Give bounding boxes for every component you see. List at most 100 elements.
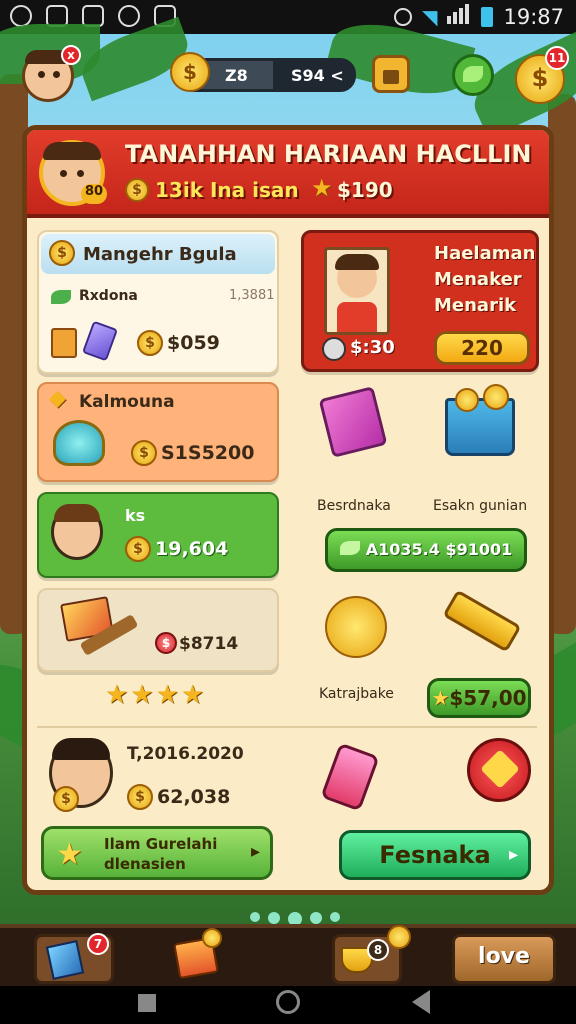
coin-shop-button[interactable]: $ 11 [515,46,569,104]
daily-offer-panel: 80 TANAHHAN HARIAAN HACLLIN $ 13ik Ina i… [22,125,554,895]
chest-icon [51,328,77,358]
offer-card-1[interactable]: $ Mangehr Bgula Rxdona 1,3881 $ $059 [37,230,279,374]
card-4-price: $8714 [179,634,239,654]
item-1-label: Besrdnaka [317,498,391,514]
card-5-price: 62,038 [157,786,231,808]
offer-buy-button[interactable]: 220 [434,331,530,365]
coin-icon: $ [127,784,153,810]
alarm-icon [394,7,413,26]
offer-price: $:30 [350,337,395,358]
tab-rewards[interactable]: 8 [332,925,411,984]
android-nav-bar [0,986,576,1024]
star-icon: ★ [431,686,450,710]
coin-icon [483,384,509,410]
potion-jar-icon[interactable] [320,742,380,812]
coin-icon: $ [53,786,79,812]
status-icons-right: ◥ 19:87 [394,4,564,29]
card-2-title: Kalmouna [79,392,175,412]
item-2-label: Esakn gunian [433,498,528,514]
panel-header: 80 TANAHHAN HARIAAN HACLLIN $ 13ik Ina i… [27,130,549,218]
coin-icon [455,388,479,412]
panel-title: TANAHHAN HARIAAN HACLLIN [125,140,532,168]
right-action-button[interactable]: Fesnaka ▸ [339,830,531,880]
tab-missions[interactable] [164,928,230,984]
gem-amount: S94 < [291,66,344,85]
gold-emblem [480,749,520,789]
gem-icon [81,320,119,362]
coin-icon: $ [125,536,151,562]
card-3-price: 19,604 [155,538,229,560]
subtitle-price: $190 [337,178,393,202]
left-action-button[interactable]: ★ Ilam Gurelahi dlenasien ▸ [41,826,273,880]
card-2-price: S1S5200 [161,442,255,464]
character-offer-card[interactable]: Haelaman Menaker Menarik $:30 220 [301,230,539,372]
back-icon[interactable] [412,990,430,1014]
player-avatar[interactable]: x [22,45,81,102]
character-portrait [324,247,390,335]
panel-subtitle: 13ik Ina isan [155,178,299,202]
green-buy-button[interactable]: A1035.4 $91001 [325,528,527,572]
hair [335,254,379,270]
battery-icon [481,6,494,27]
star-icon: ◆ [49,386,66,411]
shirt [337,302,377,332]
hair [54,504,100,522]
offer-card-2[interactable]: ◆ Kalmouna $ S1S5200 [37,382,279,482]
eye [38,71,45,78]
sync-icon [118,5,140,27]
coin-icon: $ [125,178,149,202]
lock-icon [383,70,399,84]
star-price-label: $57,00 [449,686,527,710]
golden-horn-icon[interactable] [442,589,522,653]
status-time: 19:87 [503,4,564,29]
card-3-title: ks [125,506,146,525]
leaf-icon [463,66,483,82]
character-icon [51,504,103,560]
green-buy-label: A1035.4 $91001 [365,540,513,559]
rating-stars: ★★★★ [105,680,207,710]
leaf-button[interactable] [452,54,494,96]
card-1-sub-value: 1,3881 [229,288,275,303]
coin-icon: $ [137,330,163,356]
offer-line-1: Haelaman [434,243,536,264]
leaf-icon [339,541,360,555]
eye [60,170,67,177]
home-icon[interactable] [276,990,300,1014]
chevron-right-icon: ▸ [508,844,518,865]
divider [37,726,537,728]
bottom-tab-bar: 7 8 love [0,924,576,986]
spellbook-icon[interactable] [318,386,388,458]
tab-love[interactable]: love [452,934,556,984]
star-icon: ★ [311,174,333,202]
offer-card-3[interactable]: ks $ 19,604 [37,492,279,578]
golden-teapot-icon[interactable] [325,596,387,658]
coin-amount: Z8 [225,66,248,85]
shop-lock-button[interactable] [372,55,410,93]
eye [77,170,84,177]
card-1-title: Mangehr Bgula [83,244,237,265]
right-button-label: Fesnaka [379,841,491,869]
card-1-price: $059 [167,332,220,354]
hair [52,738,110,760]
signal-icon [447,4,471,29]
tab-cards[interactable]: 7 [34,933,114,984]
wifi-icon: ◥ [422,4,438,29]
chevron-right-icon: ▸ [250,841,260,862]
offer-line-3: Menarik [434,295,517,316]
tab-1-badge: 7 [87,933,109,955]
coin-button-badge: 11 [545,46,569,70]
card-1-sub-label: Rxdona [79,288,138,304]
item-3-label: Katrajbake [319,686,394,702]
tab-3-badge: 8 [367,939,389,961]
recents-icon[interactable] [138,994,156,1012]
left-button-line-2: dlenasien [104,855,186,873]
header-avatar: 80 [39,140,107,206]
level-badge: 80 [81,184,107,204]
coin-icon: $ [49,240,75,266]
red-badge-icon[interactable] [467,738,531,802]
hair [43,142,101,160]
star-price-button[interactable]: ★$57,00 [427,678,531,718]
offer-card-4[interactable]: $ $8714 [37,588,279,672]
card-deck-icon [45,940,85,980]
left-button-line-1: Ilam Gurelahi [104,835,218,853]
